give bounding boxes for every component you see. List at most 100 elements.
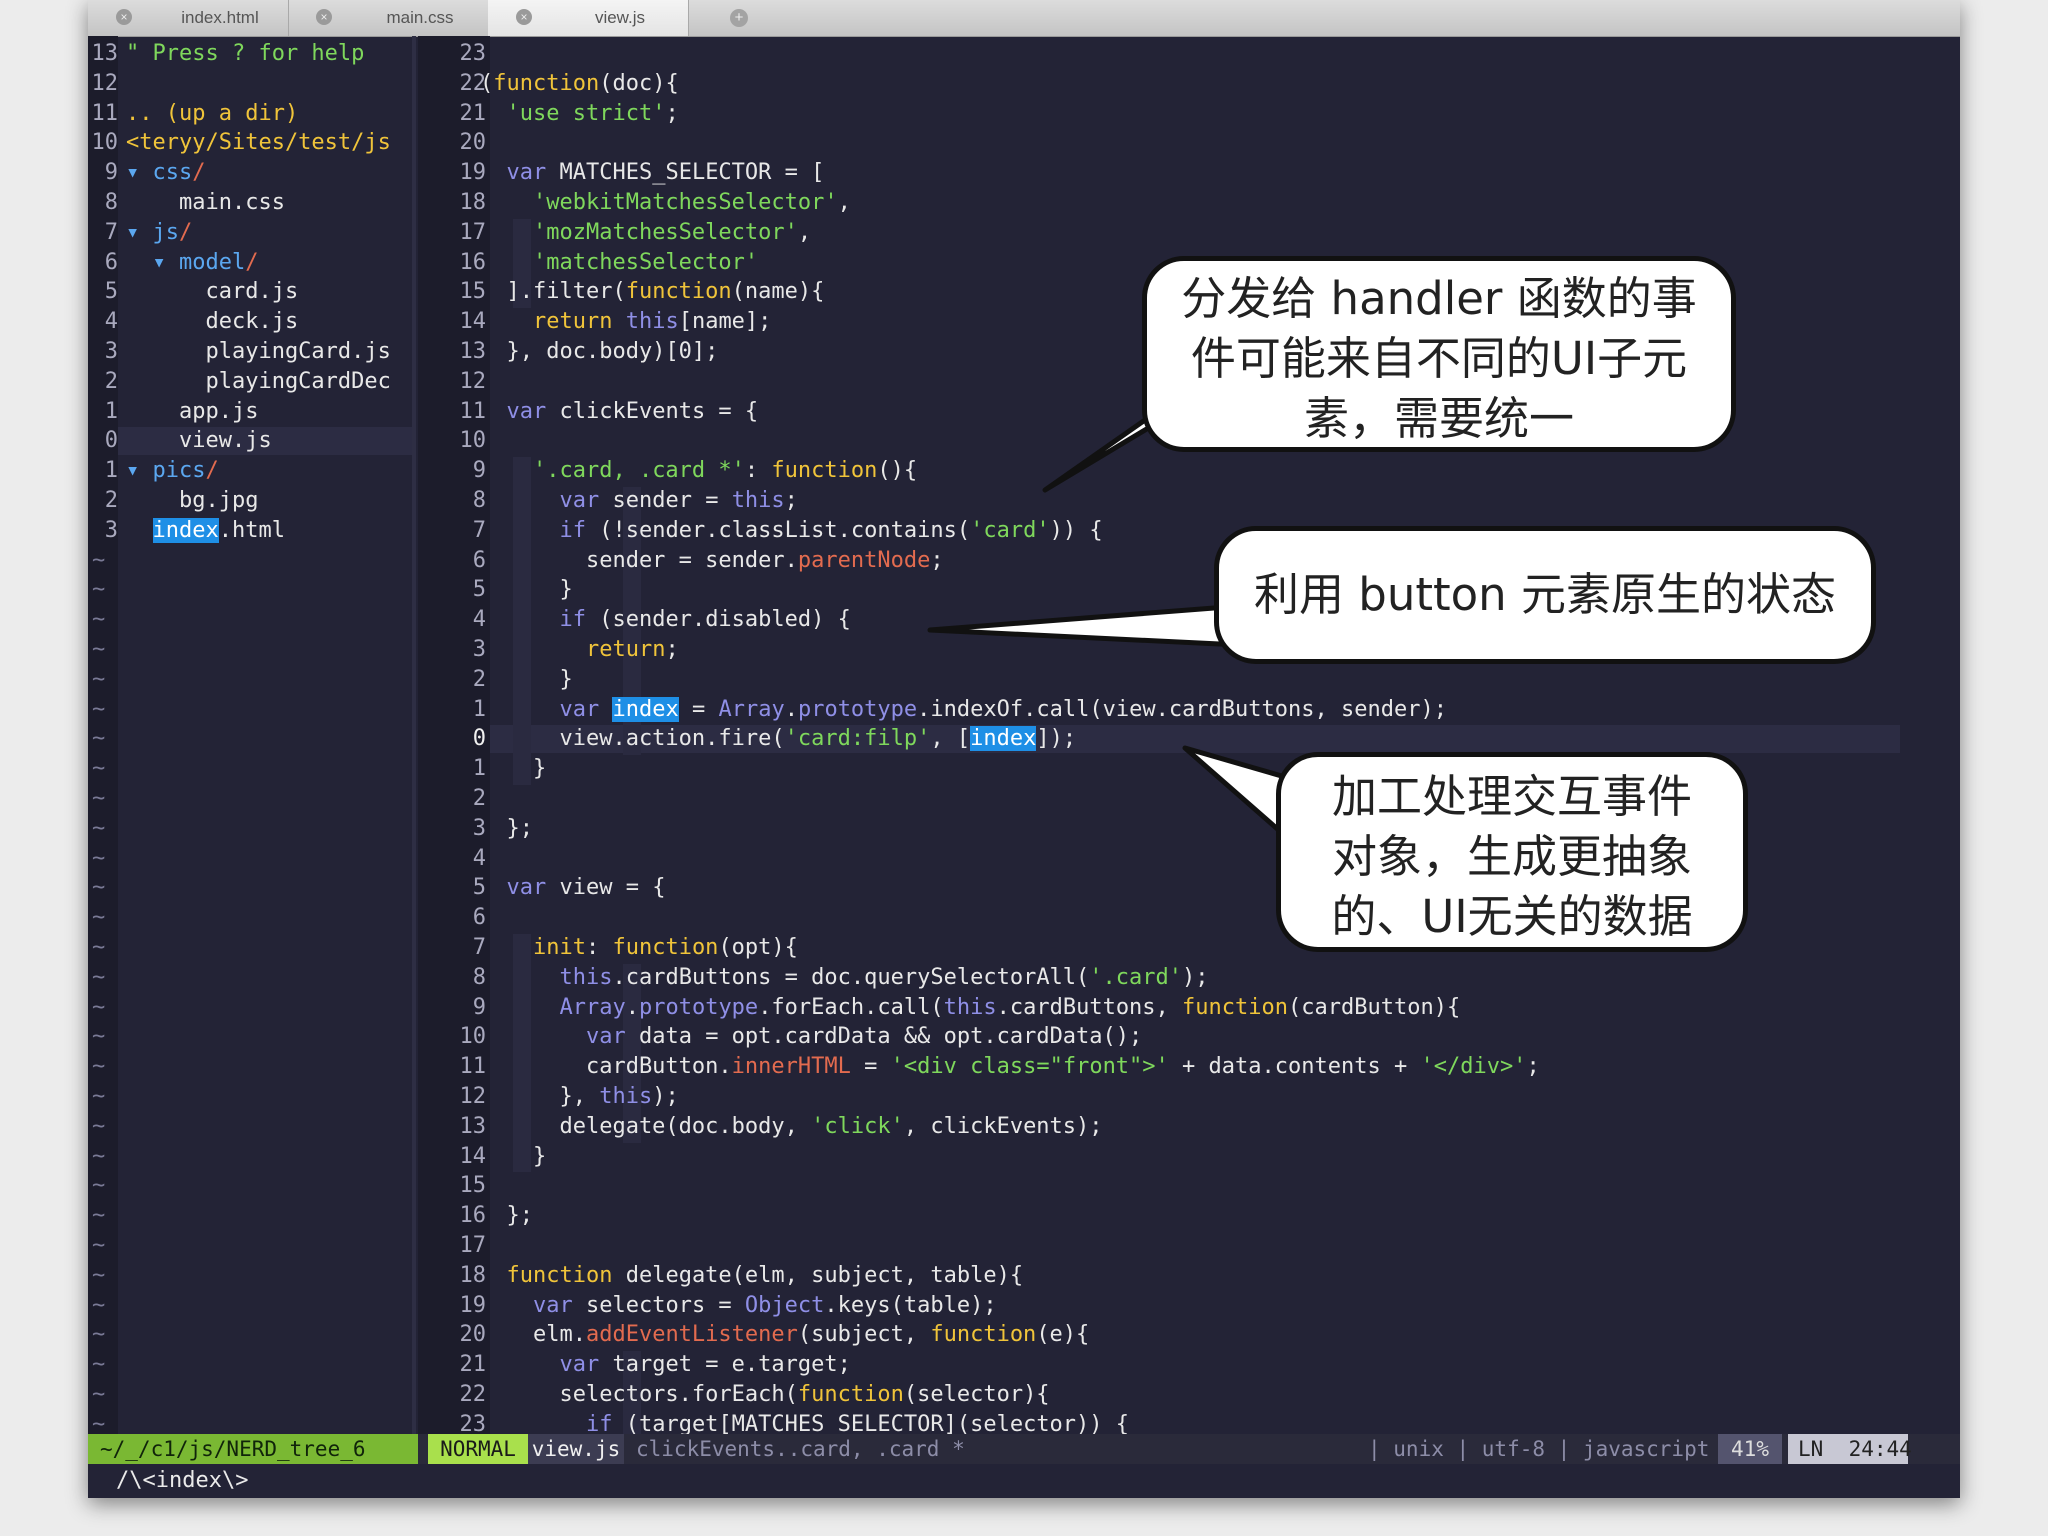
- code-line[interactable]: }, doc.body)[0];: [480, 338, 718, 366]
- close-icon[interactable]: ×: [516, 9, 532, 25]
- tree-item[interactable]: ▾ js/: [126, 219, 412, 247]
- tree-item[interactable]: playingCardDec: [126, 368, 412, 396]
- code-line-number: 10: [459, 428, 487, 454]
- status-percent: 41%: [1718, 1434, 1782, 1464]
- code-line-number: 13: [459, 1113, 487, 1139]
- code-line-number: 1: [472, 756, 486, 782]
- empty-line-tilde: ~: [92, 964, 106, 990]
- tab-main-css[interactable]: × main.css: [288, 0, 489, 36]
- tree-line-number: 3: [104, 517, 118, 543]
- code-line-number: 7: [472, 517, 486, 543]
- tree-item[interactable]: .. (up a dir): [126, 100, 412, 128]
- tree-line-number: 2: [104, 368, 118, 394]
- code-line[interactable]: };: [480, 1202, 533, 1230]
- code-line-number: 21: [459, 1352, 487, 1378]
- code-line[interactable]: }: [480, 576, 572, 604]
- code-line[interactable]: 'mozMatchesSelector',: [480, 219, 811, 247]
- tree-item[interactable]: main.css: [126, 189, 412, 217]
- tree-item[interactable]: bg.jpg: [126, 487, 412, 515]
- close-icon[interactable]: ×: [316, 9, 332, 25]
- code-line[interactable]: if (sender.disabled) {: [480, 606, 850, 634]
- tree-item[interactable]: ▾ css/: [126, 159, 412, 187]
- code-line[interactable]: elm.addEventListener(subject, function(e…: [480, 1321, 1089, 1349]
- code-line-number: 12: [459, 1084, 487, 1109]
- plus-icon[interactable]: +: [730, 9, 748, 27]
- tree-item[interactable]: ▾ pics/: [126, 457, 412, 485]
- code-line[interactable]: if (!sender.classList.contains('card')) …: [480, 517, 1102, 545]
- code-line[interactable]: return;: [480, 636, 679, 664]
- code-line[interactable]: }: [480, 755, 546, 783]
- code-line[interactable]: var index = Array.prototype.indexOf.call…: [480, 696, 1447, 724]
- tree-item[interactable]: view.js: [126, 427, 412, 455]
- tab-index-html[interactable]: × index.html: [88, 0, 289, 36]
- tree-line-number: 0: [104, 428, 118, 454]
- tree-line-number: 8: [104, 190, 118, 215]
- code-line[interactable]: delegate(doc.body, 'click', clickEvents)…: [480, 1113, 1102, 1141]
- close-icon[interactable]: ×: [116, 9, 132, 25]
- tree-item[interactable]: deck.js: [126, 308, 412, 336]
- status-mode: NORMAL: [428, 1434, 528, 1464]
- code-line[interactable]: 'matchesSelector': [480, 249, 758, 277]
- empty-line-tilde: ~: [92, 666, 106, 692]
- code-line-number: 7: [472, 935, 486, 960]
- callout-line: 件可能来自不同的UI子元: [1190, 332, 1688, 385]
- code-line-number: 22: [459, 70, 487, 96]
- code-line-number: 20: [459, 130, 487, 156]
- tree-item[interactable]: app.js: [126, 398, 412, 426]
- code-line[interactable]: var data = opt.cardData && opt.cardData(…: [480, 1023, 1142, 1051]
- status-cursor-position: 24:44: [1848, 1437, 1912, 1461]
- split-divider[interactable]: [412, 36, 416, 1436]
- command-line[interactable]: /\<index\>: [88, 1466, 248, 1496]
- code-line-number: 5: [472, 875, 486, 901]
- tree-line-number: 2: [104, 488, 118, 513]
- tab-view-js[interactable]: × view.js: [488, 0, 689, 36]
- tree-line-number: 7: [104, 219, 118, 245]
- code-line[interactable]: this.cardButtons = doc.querySelectorAll(…: [480, 964, 1208, 992]
- code-line[interactable]: sender = sender.parentNode;: [480, 547, 944, 575]
- code-line[interactable]: var sender = this;: [480, 487, 797, 515]
- code-line[interactable]: cardButton.innerHTML = '<div class="fron…: [480, 1053, 1540, 1081]
- code-line[interactable]: 'use strict';: [480, 100, 679, 128]
- code-line[interactable]: function delegate(elm, subject, table){: [480, 1262, 1024, 1290]
- tree-line-number: 5: [104, 279, 118, 305]
- code-line[interactable]: var view = {: [480, 874, 666, 902]
- code-line[interactable]: }, this);: [480, 1083, 678, 1111]
- callout-line: 对象，生成更抽象: [1331, 830, 1692, 883]
- tree-line-number: 10: [91, 130, 119, 156]
- code-line[interactable]: Array.prototype.forEach.call(this.cardBu…: [480, 994, 1460, 1022]
- code-line[interactable]: var selectors = Object.keys(table);: [480, 1292, 997, 1320]
- tree-item[interactable]: " Press ? for help: [126, 40, 412, 68]
- code-line[interactable]: };: [480, 815, 533, 843]
- code-line[interactable]: '.card, .card *': function(){: [480, 457, 917, 485]
- code-line-number: 9: [472, 458, 486, 484]
- code-line-number: 6: [472, 905, 486, 931]
- code-line-number: 11: [459, 398, 487, 424]
- tree-item[interactable]: playingCard.js: [126, 338, 412, 366]
- code-line[interactable]: var MATCHES_SELECTOR = [: [480, 159, 825, 187]
- callout-event-source: 分发给 handler 函数的事 件可能来自不同的UI子元 素，需要统一: [1142, 256, 1736, 452]
- code-line[interactable]: ].filter(function(name){: [480, 278, 824, 306]
- tree-item[interactable]: <teryy/Sites/test/js: [126, 129, 412, 157]
- code-line[interactable]: var clickEvents = {: [480, 398, 759, 426]
- code-line[interactable]: init: function(opt){: [480, 934, 798, 962]
- code-line[interactable]: var target = e.target;: [480, 1351, 850, 1379]
- tree-item[interactable]: index.html: [126, 517, 412, 545]
- code-line[interactable]: view.action.fire('card:filp', [index]);: [480, 725, 1076, 753]
- code-line[interactable]: return this[name];: [480, 308, 771, 336]
- tree-line-number: 13: [91, 41, 119, 66]
- tree-item[interactable]: ▾ model/: [126, 249, 412, 277]
- code-line[interactable]: }: [480, 1143, 546, 1171]
- tree-item[interactable]: card.js: [126, 278, 412, 306]
- code-line[interactable]: }: [480, 666, 572, 694]
- code-line[interactable]: 'webkitMatchesSelector',: [480, 189, 851, 217]
- code-line-number: 17: [459, 1233, 487, 1258]
- code-line-number: 11: [459, 1054, 487, 1080]
- tab-label: main.css: [386, 8, 454, 27]
- empty-line-tilde: ~: [92, 935, 106, 960]
- empty-line-tilde: ~: [92, 577, 106, 603]
- callout-line: 素，需要统一: [1303, 392, 1574, 445]
- tree-item[interactable]: [126, 70, 412, 98]
- code-line[interactable]: (function(doc){: [480, 70, 679, 98]
- status-tree-path: ~/_/c1/js/NERD_tree_6: [88, 1434, 418, 1464]
- code-line[interactable]: selectors.forEach(function(selector){: [480, 1381, 1049, 1409]
